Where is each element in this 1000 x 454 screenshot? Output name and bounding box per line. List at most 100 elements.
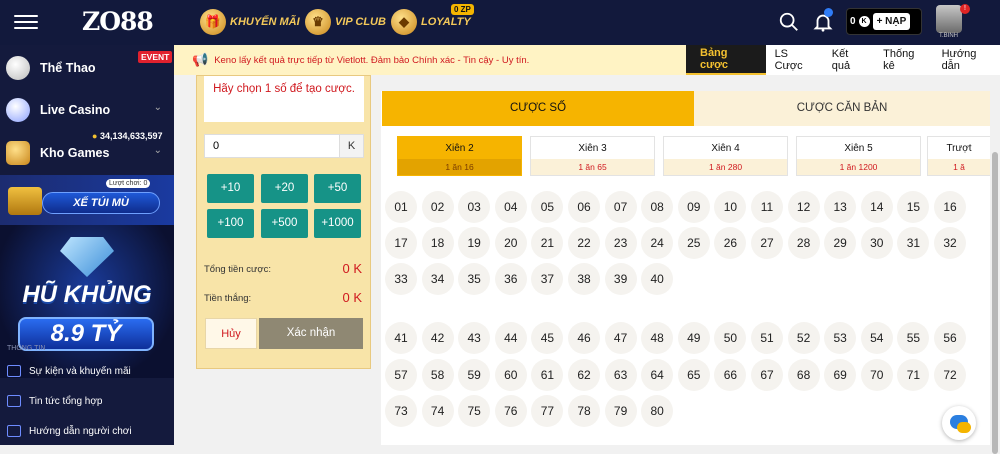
number-ball[interactable]: 04 <box>494 191 527 223</box>
page-scrollbar[interactable] <box>990 75 1000 454</box>
site-logo[interactable]: ZO88 <box>82 7 154 36</box>
number-ball[interactable]: 56 <box>934 322 966 354</box>
xien-option[interactable]: Xiên 5 1 ăn 1200 <box>796 136 921 176</box>
number-ball[interactable]: 61 <box>531 359 564 391</box>
number-ball[interactable]: 64 <box>641 359 674 391</box>
number-ball[interactable]: 10 <box>714 191 747 223</box>
number-ball[interactable]: 35 <box>458 263 491 295</box>
number-ball[interactable]: 65 <box>677 359 710 391</box>
number-ball[interactable]: 28 <box>787 227 820 259</box>
number-ball[interactable]: 29 <box>824 227 857 259</box>
number-ball[interactable]: 71 <box>897 359 930 391</box>
chip-plus-1000[interactable]: +1000 <box>314 209 361 238</box>
tab-bang-cuoc[interactable]: Bảng cược <box>686 45 766 75</box>
chip-plus-20[interactable]: +20 <box>261 174 308 203</box>
number-ball[interactable]: 54 <box>860 322 893 354</box>
number-ball[interactable]: 67 <box>751 359 783 391</box>
confirm-button[interactable]: Xác nhận <box>259 318 363 349</box>
number-ball[interactable]: 77 <box>531 395 564 427</box>
number-ball[interactable]: 31 <box>897 227 930 259</box>
number-ball[interactable]: 44 <box>494 322 527 354</box>
chat-support-button[interactable] <box>942 406 976 440</box>
number-ball[interactable]: 55 <box>897 322 930 354</box>
search-icon[interactable] <box>778 11 800 33</box>
sidebar-link-news[interactable]: Tin tức tổng hợp <box>7 391 102 411</box>
number-ball[interactable]: 16 <box>934 191 966 223</box>
number-ball[interactable]: 43 <box>458 322 491 354</box>
tab-huong-dan[interactable]: Hướng dẫn <box>932 45 1000 75</box>
number-ball[interactable]: 62 <box>568 359 600 391</box>
number-ball[interactable]: 20 <box>494 227 527 259</box>
number-ball[interactable]: 22 <box>568 227 600 259</box>
number-ball[interactable]: 01 <box>385 191 417 223</box>
number-ball[interactable]: 38 <box>568 263 600 295</box>
number-ball[interactable]: 47 <box>604 322 637 354</box>
number-ball[interactable]: 59 <box>458 359 491 391</box>
tab-ket-qua[interactable]: Kết quả <box>822 45 875 75</box>
number-ball[interactable]: 63 <box>604 359 637 391</box>
number-ball[interactable]: 14 <box>860 191 893 223</box>
number-ball[interactable]: 73 <box>385 395 417 427</box>
tab-ls-cuoc[interactable]: LS Cược <box>765 45 823 75</box>
scrollbar-thumb[interactable] <box>992 152 998 454</box>
xien-option[interactable]: Xiên 3 1 ăn 65 <box>530 136 655 176</box>
number-ball[interactable]: 25 <box>677 227 710 259</box>
number-ball[interactable]: 50 <box>714 322 747 354</box>
number-ball[interactable]: 72 <box>934 359 966 391</box>
number-ball[interactable]: 70 <box>860 359 893 391</box>
number-ball[interactable]: 48 <box>641 322 674 354</box>
hamburger-menu-icon[interactable] <box>14 11 38 33</box>
number-ball[interactable]: 02 <box>421 191 454 223</box>
number-ball[interactable]: 15 <box>897 191 930 223</box>
number-ball[interactable]: 76 <box>494 395 527 427</box>
number-ball[interactable]: 74 <box>421 395 454 427</box>
number-ball[interactable]: 34 <box>421 263 454 295</box>
xe-tui-mu-banner[interactable]: Lượt chơi: 0 XẾ TÚI MÙ <box>0 175 174 225</box>
promo-vip-club-button[interactable]: ♛ VIP CLUB <box>305 6 386 38</box>
number-ball[interactable]: 37 <box>531 263 564 295</box>
number-ball[interactable]: 75 <box>458 395 491 427</box>
tab-cuoc-so[interactable]: CƯỢC SỐ <box>382 91 694 126</box>
number-ball[interactable]: 40 <box>641 263 674 295</box>
sidebar-item-kho-games[interactable]: Kho Games ⌄ <box>0 132 174 174</box>
sidebar-item-live-casino[interactable]: Live Casino ⌄ <box>0 89 174 131</box>
number-ball[interactable]: 17 <box>385 227 417 259</box>
deposit-button[interactable]: + NẠP <box>872 13 911 30</box>
number-ball[interactable]: 18 <box>421 227 454 259</box>
number-ball[interactable]: 45 <box>531 322 564 354</box>
chip-plus-10[interactable]: +10 <box>207 174 254 203</box>
hu-khung-banner[interactable]: HŨ KHỦNG 8.9 TỶ <box>0 225 174 378</box>
number-ball[interactable]: 33 <box>385 263 417 295</box>
avatar[interactable] <box>936 5 962 33</box>
number-ball[interactable]: 23 <box>604 227 637 259</box>
number-ball[interactable]: 58 <box>421 359 454 391</box>
number-ball[interactable]: 19 <box>458 227 491 259</box>
number-ball[interactable]: 13 <box>824 191 857 223</box>
number-ball[interactable]: 09 <box>677 191 710 223</box>
sidebar-link-guide[interactable]: Hướng dẫn người chơi <box>7 421 132 441</box>
number-ball[interactable]: 27 <box>751 227 783 259</box>
number-ball[interactable]: 30 <box>860 227 893 259</box>
number-ball[interactable]: 21 <box>531 227 564 259</box>
number-ball[interactable]: 46 <box>568 322 600 354</box>
number-ball[interactable]: 06 <box>568 191 600 223</box>
xien-option[interactable]: Xiên 2 1 ăn 16 <box>397 136 522 176</box>
number-ball[interactable]: 03 <box>458 191 491 223</box>
number-ball[interactable]: 60 <box>494 359 527 391</box>
number-ball[interactable]: 26 <box>714 227 747 259</box>
xien-option[interactable]: Xiên 4 1 ăn 280 <box>663 136 788 176</box>
bet-amount-input[interactable] <box>205 135 339 157</box>
number-ball[interactable]: 41 <box>385 322 417 354</box>
number-ball[interactable]: 57 <box>385 359 417 391</box>
number-ball[interactable]: 69 <box>824 359 857 391</box>
cancel-button[interactable]: Hủy <box>205 318 257 349</box>
number-ball[interactable]: 53 <box>824 322 857 354</box>
number-ball[interactable]: 51 <box>751 322 783 354</box>
number-ball[interactable]: 08 <box>641 191 674 223</box>
number-ball[interactable]: 11 <box>751 191 783 223</box>
number-ball[interactable]: 12 <box>787 191 820 223</box>
chip-plus-100[interactable]: +100 <box>207 209 254 238</box>
number-ball[interactable]: 24 <box>641 227 674 259</box>
sidebar-item-the-thao[interactable]: Thể Thao EVENT <box>0 47 174 89</box>
number-ball[interactable]: 80 <box>641 395 674 427</box>
